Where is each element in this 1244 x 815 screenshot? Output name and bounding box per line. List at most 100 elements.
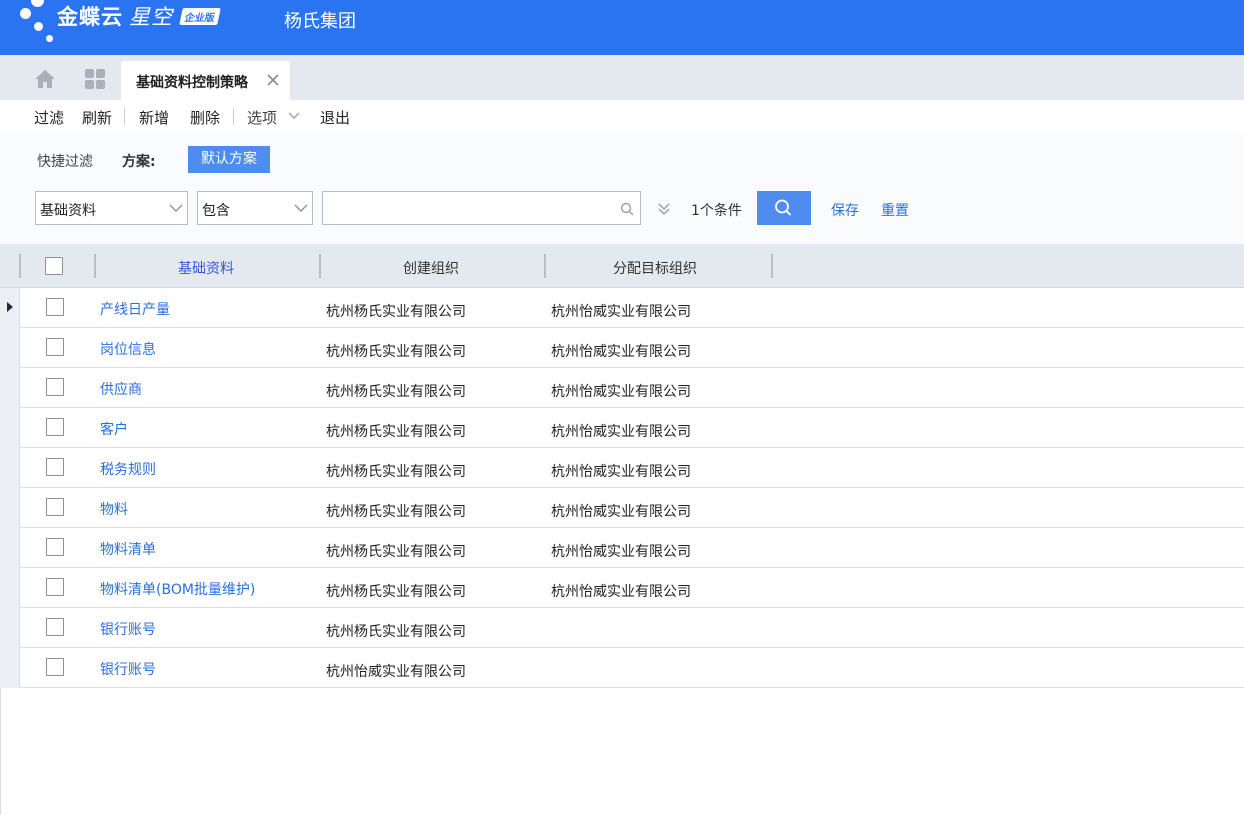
save-scheme-button[interactable]: 保存 [831, 200, 859, 220]
basic-data-link[interactable]: 银行账号 [100, 659, 156, 679]
default-scheme-button[interactable]: 默认方案 [188, 146, 270, 173]
row-checkbox[interactable] [46, 338, 64, 356]
filter-value-input[interactable] [322, 191, 641, 225]
column-header-target-org[interactable]: 分配目标组织 [613, 258, 697, 278]
table-row[interactable]: 客户 杭州杨氏实业有限公司 杭州怡威实业有限公司 [0, 408, 1244, 448]
row-checkbox[interactable] [46, 418, 64, 436]
basic-data-link[interactable]: 客户 [100, 419, 128, 439]
grid-header: 基础资料 创建组织 分配目标组织 [0, 244, 1244, 288]
table-row[interactable]: 物料 杭州杨氏实业有限公司 杭州怡威实业有限公司 [0, 488, 1244, 528]
basic-data-link[interactable]: 银行账号 [100, 619, 156, 639]
target-org-cell: 杭州怡威实业有限公司 [551, 424, 691, 440]
brand-edition-badge: 企业版 [179, 7, 221, 25]
filter-button[interactable]: 过滤 [34, 107, 64, 128]
toolbar-divider [124, 108, 125, 125]
refresh-button[interactable]: 刷新 [82, 107, 112, 128]
row-indicator [0, 408, 20, 448]
search-button[interactable] [757, 191, 811, 225]
creator-org-cell: 杭州杨氏实业有限公司 [326, 424, 466, 440]
column-divider[interactable] [319, 254, 321, 278]
quick-filter-label: 快捷过滤 [37, 154, 93, 170]
row-indicator [0, 648, 20, 688]
toolbar-divider [233, 108, 234, 125]
target-org-cell: 杭州怡威实业有限公司 [551, 344, 691, 360]
toolbar: 过滤 刷新 新增 删除 选项 退出 [0, 100, 1244, 133]
brand-subtitle: 星空 [129, 5, 173, 29]
operator-select[interactable]: 包含 [197, 191, 313, 225]
creator-org-cell: 杭州怡威实业有限公司 [326, 664, 466, 680]
chevron-down-icon [169, 204, 183, 212]
search-icon[interactable] [620, 202, 634, 216]
delete-button[interactable]: 删除 [190, 107, 220, 128]
current-row-marker-icon [7, 302, 13, 312]
table-row[interactable]: 物料清单(BOM批量维护) 杭州杨氏实业有限公司 杭州怡威实业有限公司 [0, 568, 1244, 608]
basic-data-link[interactable]: 物料清单 [100, 539, 156, 559]
row-checkbox[interactable] [46, 378, 64, 396]
row-checkbox[interactable] [46, 498, 64, 516]
row-indicator [0, 488, 20, 528]
field-select[interactable]: 基础资料 [35, 191, 188, 225]
column-header-creator-org[interactable]: 创建组织 [403, 258, 459, 278]
table-row[interactable]: 物料清单 杭州杨氏实业有限公司 杭州怡威实业有限公司 [0, 528, 1244, 568]
column-divider[interactable] [544, 254, 546, 278]
row-indicator [0, 328, 20, 368]
table-row[interactable]: 银行账号 杭州杨氏实业有限公司 [0, 608, 1244, 648]
target-org-cell: 杭州怡威实业有限公司 [551, 544, 691, 560]
target-org-cell: 杭州怡威实业有限公司 [551, 304, 691, 320]
basic-data-link[interactable]: 物料 [100, 499, 128, 519]
column-header-basic-data[interactable]: 基础资料 [178, 258, 234, 278]
row-indicator [0, 448, 20, 488]
table-row[interactable]: 产线日产量 杭州杨氏实业有限公司 杭州怡威实业有限公司 [0, 288, 1244, 328]
column-divider[interactable] [94, 254, 96, 278]
creator-org-cell: 杭州杨氏实业有限公司 [326, 504, 466, 520]
row-indicator [0, 528, 20, 568]
row-indicator [0, 288, 20, 328]
row-checkbox[interactable] [46, 618, 64, 636]
operator-select-value: 包含 [202, 203, 230, 219]
row-checkbox[interactable] [46, 538, 64, 556]
quick-filter-panel: 快捷过滤 方案: 默认方案 基础资料 包含 1个条件 保存 重置 [0, 133, 1244, 244]
target-org-cell: 杭州怡威实业有限公司 [551, 504, 691, 520]
table-row[interactable]: 银行账号 杭州怡威实业有限公司 [0, 648, 1244, 688]
options-button[interactable]: 选项 [247, 107, 277, 128]
exit-button[interactable]: 退出 [320, 107, 350, 128]
creator-org-cell: 杭州杨氏实业有限公司 [326, 344, 466, 360]
row-checkbox[interactable] [46, 658, 64, 676]
table-row[interactable]: 岗位信息 杭州杨氏实业有限公司 杭州怡威实业有限公司 [0, 328, 1244, 368]
basic-data-link[interactable]: 物料清单(BOM批量维护) [100, 579, 255, 599]
double-chevron-down-icon[interactable] [656, 201, 672, 217]
basic-data-link[interactable]: 产线日产量 [100, 299, 170, 319]
reset-button[interactable]: 重置 [881, 200, 909, 220]
chevron-down-icon[interactable] [287, 110, 301, 122]
logo-icon [0, 0, 60, 45]
company-name[interactable]: 杨氏集团 [284, 7, 356, 33]
brand-name: 金蝶云 [57, 5, 123, 29]
app-header: 金蝶云 星空 企业版 杨氏集团 [0, 0, 1244, 55]
close-icon[interactable] [265, 72, 281, 88]
basic-data-link[interactable]: 供应商 [100, 379, 142, 399]
row-checkbox[interactable] [46, 578, 64, 596]
creator-org-cell: 杭州杨氏实业有限公司 [326, 624, 466, 640]
row-checkbox[interactable] [46, 298, 64, 316]
table-row[interactable]: 税务规则 杭州杨氏实业有限公司 杭州怡威实业有限公司 [0, 448, 1244, 488]
target-org-cell: 杭州怡威实业有限公司 [551, 384, 691, 400]
table-row[interactable]: 供应商 杭州杨氏实业有限公司 杭州怡威实业有限公司 [0, 368, 1244, 408]
creator-org-cell: 杭州杨氏实业有限公司 [326, 464, 466, 480]
field-select-value: 基础资料 [40, 203, 96, 219]
basic-data-link[interactable]: 岗位信息 [100, 339, 156, 359]
creator-org-cell: 杭州杨氏实业有限公司 [326, 584, 466, 600]
basic-data-link[interactable]: 税务规则 [100, 459, 156, 479]
grid-icon[interactable] [84, 68, 106, 90]
tab-label: 基础资料控制策略 [136, 75, 248, 91]
tab-basic-data-control-policy[interactable]: 基础资料控制策略 [121, 61, 290, 100]
row-indicator [0, 568, 20, 608]
chevron-down-icon [294, 204, 308, 212]
select-all-checkbox[interactable] [45, 257, 63, 275]
target-org-cell: 杭州怡威实业有限公司 [551, 464, 691, 480]
home-icon[interactable] [34, 68, 56, 90]
search-icon [775, 199, 792, 216]
row-checkbox[interactable] [46, 458, 64, 476]
column-divider[interactable] [771, 254, 773, 278]
column-divider[interactable] [19, 254, 21, 278]
new-button[interactable]: 新增 [139, 107, 169, 128]
